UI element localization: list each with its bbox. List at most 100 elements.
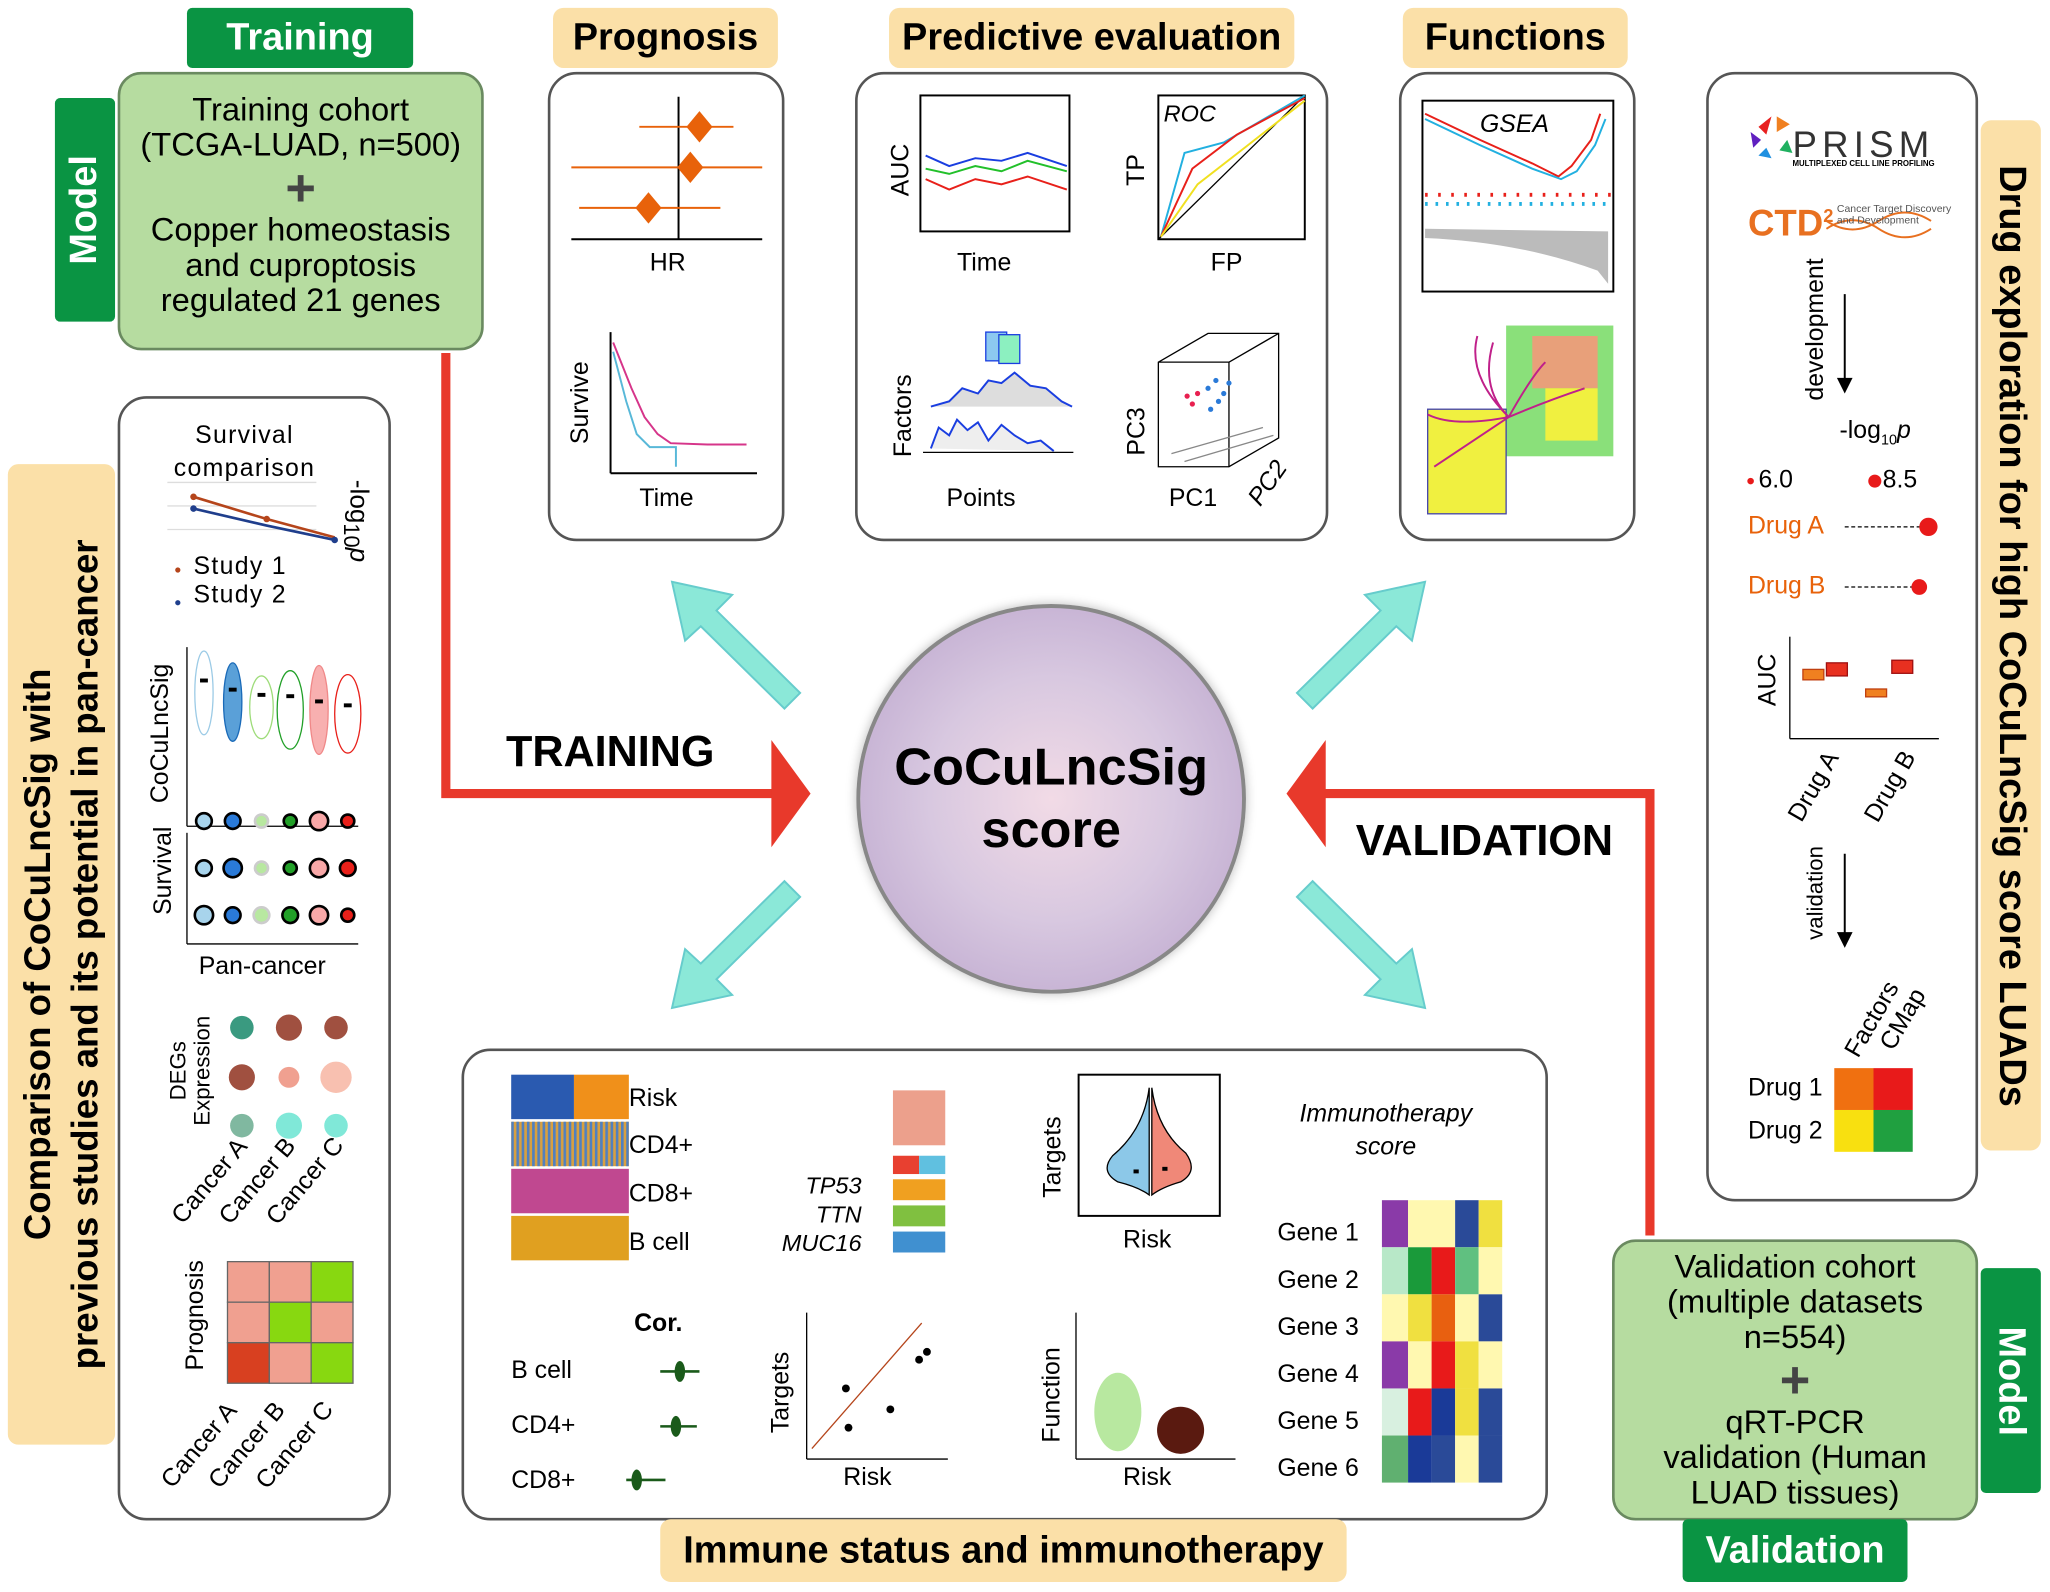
time-axis-label: Time	[957, 249, 1012, 278]
legend-study2: Study 2	[193, 581, 287, 610]
drug-a-label: Drug A	[1747, 512, 1824, 540]
plus-sign: +	[1779, 1351, 1811, 1410]
ctd2-logo-text: CTD2	[1747, 202, 1834, 244]
arrow-to-functions	[1295, 580, 1427, 710]
arrow-to-immune	[670, 879, 802, 1010]
training-model-label: Model	[63, 155, 106, 265]
drugA-dot	[1919, 517, 1938, 537]
mutation-gene: MUC16	[781, 1230, 862, 1257]
gene-label: Gene 4	[1277, 1361, 1359, 1389]
drug-2-label: Drug 2	[1747, 1117, 1823, 1146]
auc-plot	[919, 94, 1071, 233]
legend-large-dot	[1868, 474, 1882, 488]
prognosis-heatmap	[226, 1260, 354, 1384]
center-score-circle: CoCuLncSig score	[856, 604, 1246, 994]
legend-small-dot	[1747, 477, 1754, 485]
qpcr-line: validation (Human	[1663, 1439, 1927, 1477]
gene-label: Gene 3	[1277, 1313, 1359, 1342]
log-p-label: -log10p	[1839, 417, 1911, 449]
drug-exploration-tab: Drug exploration for high CoCuLncSig sco…	[1980, 120, 2041, 1151]
scatter-plot	[806, 1312, 948, 1460]
drug-factor-heatmap	[1834, 1068, 1913, 1152]
training-genes-line: Copper homeostasis	[150, 211, 451, 249]
training-cohort-box: Training cohort (TCGA-LUAD, n=500) + Cop…	[117, 71, 484, 351]
auc-boxplot	[1789, 636, 1939, 740]
training-genes-line: regulated 21 genes	[160, 282, 441, 320]
immune-panel: Risk CD4+ CD8+ B cell TP53 TTN MUC16 Tar…	[461, 1048, 1548, 1521]
time-axis-label: Time	[639, 485, 694, 513]
predictive-panel: AUC Time ROC TP FP Factors Points PC3 PC…	[855, 71, 1329, 542]
drug-b-label: Drug B	[1747, 572, 1826, 601]
gene-label: Gene 2	[1277, 1266, 1359, 1295]
function-axis-label: Function	[1038, 1347, 1067, 1443]
validation-label: validation	[1802, 846, 1828, 940]
validation-cohort-line: (multiple datasets	[1666, 1283, 1924, 1321]
study1-line	[193, 495, 336, 539]
heatmap-row-cd8: CD8+	[628, 1180, 694, 1209]
training-genes-line: and cuproptosis	[185, 247, 417, 284]
immune-heatmap	[511, 1074, 629, 1261]
targets-axis-label: Targets	[767, 1351, 796, 1434]
qpcr-line: LUAD tissues)	[1690, 1474, 1900, 1512]
functions-panel: GSEA	[1398, 71, 1636, 542]
cor-title: Cor.	[634, 1310, 683, 1338]
coculncsig-axis-label: CoCuLncSig	[146, 663, 175, 804]
legend-study1: Study 1	[193, 553, 287, 581]
prism-logo-icon	[1750, 116, 1793, 159]
gene-label: Gene 6	[1277, 1455, 1359, 1483]
function-scatter	[1075, 1312, 1236, 1460]
center-title-line1: CoCuLncSig	[894, 738, 1209, 797]
mutation-gene: TP53	[805, 1172, 862, 1199]
ctd2-logo-subtitle: Cancer Target Discovery and Development	[1836, 202, 1952, 227]
validation-cohort-line: Validation cohort	[1674, 1248, 1916, 1286]
comparison-panel: Survival comparison Study 1 Study 2 -log…	[117, 396, 391, 1521]
comparison-tab-line1: Comparison of CoCuLncSig with	[16, 668, 58, 1241]
training-cohort-line: (TCGA-LUAD, n=500)	[140, 126, 462, 164]
validation-arrow-head	[1286, 739, 1326, 848]
log-p-axis-label: -log10p	[338, 479, 373, 563]
roc-label: ROC	[1163, 100, 1216, 127]
validation-tab: Validation	[1682, 1519, 1908, 1582]
auc-axis-label: AUC	[1754, 653, 1783, 707]
pca-3d-plot	[1157, 332, 1280, 468]
gene-label: Gene 5	[1277, 1408, 1359, 1436]
training-arrow-label: TRAINING	[505, 726, 715, 776]
survive-axis-label: Survive	[566, 361, 595, 445]
training-cohort-line: Training cohort	[192, 91, 410, 129]
training-arrow-head	[771, 739, 811, 848]
functions-graphics	[1421, 99, 1615, 515]
qpcr-line: qRT-PCR	[1725, 1404, 1865, 1441]
pc1-axis-label: PC1	[1168, 485, 1218, 513]
km-plot	[609, 332, 757, 475]
training-tab: Training	[186, 7, 414, 68]
heatmap-row-bcell: B cell	[628, 1228, 690, 1257]
legend-large-value: 8.5	[1882, 466, 1918, 495]
immunotherapy-title: score	[1355, 1133, 1417, 1161]
risk-axis-label: Risk	[1123, 1464, 1172, 1492]
degs-dots	[228, 1014, 352, 1139]
tp-axis-label: TP	[1123, 154, 1151, 186]
drugB-dot	[1911, 579, 1928, 595]
plus-sign: +	[285, 159, 316, 218]
prognosis-graphics	[571, 96, 763, 475]
mutation-plot	[892, 1090, 946, 1253]
arrow-to-prognosis	[670, 580, 802, 710]
split-violin	[1077, 1073, 1221, 1217]
gsea-label: GSEA	[1479, 111, 1550, 139]
cor-row: CD8+	[511, 1466, 576, 1495]
risk-axis-label: Risk	[1123, 1226, 1172, 1254]
prism-logo-subtitle: MULTIPLEXED CELL LINE PROFILING	[1792, 160, 1935, 169]
functions-tab: Functions	[1402, 7, 1628, 68]
arrow-to-validation	[1295, 879, 1427, 1010]
validation-cohort-line: n=554)	[1743, 1319, 1847, 1356]
center-title-line2: score	[981, 801, 1121, 859]
comparison-tab: Comparison of CoCuLncSig with previous s…	[7, 464, 116, 1445]
cor-row: B cell	[511, 1357, 572, 1385]
validation-cohort-box: Validation cohort (multiple datasets n=5…	[1612, 1239, 1979, 1521]
targets-axis-label: Targets	[1039, 1116, 1068, 1198]
heatmap-row-cd4: CD4+	[628, 1132, 694, 1160]
validation-arrow-label: VALIDATION	[1355, 815, 1614, 865]
pc3-axis-label: PC3	[1123, 407, 1152, 456]
immunotherapy-heatmap	[1381, 1200, 1503, 1483]
pan-cancer-graphics	[193, 810, 357, 1384]
